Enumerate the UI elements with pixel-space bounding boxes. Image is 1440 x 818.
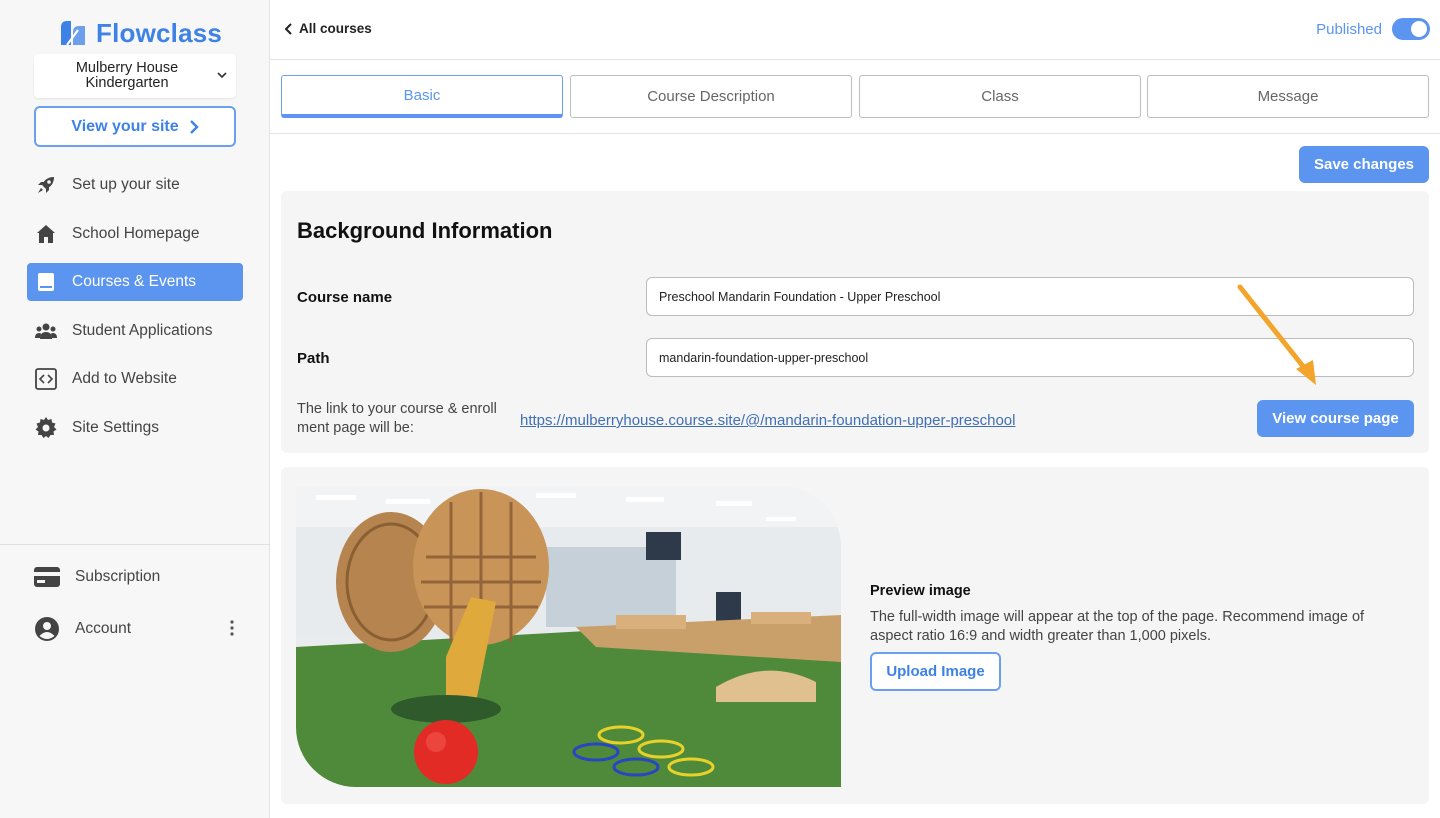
- sidebar-item-homepage[interactable]: School Homepage: [27, 215, 243, 253]
- sidebar-item-label: School Homepage: [72, 224, 200, 242]
- published-label: Published: [1316, 20, 1382, 38]
- gear-icon: [35, 416, 57, 439]
- sidebar-item-label: Student Applications: [72, 321, 213, 339]
- tab-course-description[interactable]: Course Description: [570, 75, 852, 118]
- preview-image-card: Preview image The full-width image will …: [281, 467, 1429, 804]
- preview-image-description: The full-width image will appear at the …: [870, 609, 1365, 644]
- sidebar-item-courses[interactable]: Courses & Events: [27, 263, 243, 302]
- topbar: All courses Published: [270, 0, 1440, 60]
- sidebar-item-setup[interactable]: Set up your site: [27, 166, 243, 204]
- preview-image-title: Preview image: [870, 583, 971, 599]
- sidebar-item-label: Courses & Events: [72, 273, 197, 291]
- sidebar-item-account[interactable]: Account: [34, 614, 244, 644]
- sidebar-item-label: Site Settings: [72, 418, 160, 436]
- upload-image-button[interactable]: Upload Image: [870, 652, 1001, 691]
- account-icon: [34, 617, 60, 641]
- sidebar-item-settings[interactable]: Site Settings: [27, 409, 243, 447]
- view-course-page-button[interactable]: View course page: [1257, 400, 1414, 437]
- section-title: Background Information: [297, 218, 553, 243]
- tab-basic[interactable]: Basic: [281, 75, 563, 118]
- book-icon: [35, 271, 57, 293]
- annotation-arrow-icon: [1237, 284, 1316, 385]
- sidebar-item-label: Subscription: [75, 568, 161, 585]
- view-site-button[interactable]: View your site: [34, 106, 236, 147]
- tab-message[interactable]: Message: [1147, 75, 1429, 118]
- flowclass-logo-icon: [61, 21, 85, 46]
- chevron-left-icon: [285, 22, 292, 35]
- background-information-card: Background Information Course name Presc…: [281, 191, 1429, 453]
- kebab-menu-icon[interactable]: [230, 620, 234, 636]
- save-changes-button[interactable]: Save changes: [1299, 146, 1429, 183]
- sidebar-item-add-to-website[interactable]: Add to Website: [27, 360, 243, 398]
- sidebar-divider: [0, 544, 270, 545]
- toggle-knob: [1411, 21, 1427, 37]
- published-control: Published: [1316, 18, 1430, 40]
- sidebar-item-label: Set up your site: [72, 176, 180, 193]
- sidebar-item-label: Add to Website: [72, 370, 177, 388]
- course-tabs: Basic Course Description Class Message: [270, 60, 1440, 134]
- path-label: Path: [297, 350, 330, 367]
- course-name-label: Course name: [297, 289, 393, 306]
- sidebar-item-subscription[interactable]: Subscription: [34, 562, 244, 592]
- users-icon: [35, 320, 57, 342]
- home-icon: [35, 223, 57, 245]
- credit-card-icon: [34, 565, 60, 589]
- sidebar-item-label: Account: [75, 620, 132, 637]
- sidebar-nav: Set up your site School Homepage Courses…: [27, 166, 243, 458]
- sidebar: Flowclass Mulberry House Kindergarten Vi…: [0, 0, 270, 818]
- chevron-right-icon: [189, 119, 199, 134]
- brand-name: Flowclass: [96, 17, 223, 48]
- course-page-link[interactable]: https://mulberryhouse.course.site/@/mand…: [520, 412, 1015, 429]
- main-content: Save changes Background Information Cour…: [270, 135, 1440, 818]
- site-selector[interactable]: Mulberry House Kindergarten: [34, 54, 236, 98]
- sidebar-item-applications[interactable]: Student Applications: [27, 312, 243, 350]
- back-label: All courses: [299, 21, 372, 36]
- back-to-courses-link[interactable]: All courses: [285, 21, 372, 36]
- brand-logo[interactable]: Flowclass: [58, 16, 222, 50]
- chevron-down-icon: [217, 72, 227, 79]
- tab-class[interactable]: Class: [859, 75, 1141, 118]
- rocket-icon: [35, 174, 57, 196]
- preview-image: [296, 487, 841, 787]
- code-icon: [35, 368, 57, 391]
- link-description: The link to your course & enroll ment pa…: [297, 401, 497, 436]
- published-toggle[interactable]: [1392, 18, 1430, 40]
- view-site-label: View your site: [71, 117, 179, 135]
- site-name: Mulberry House Kindergarten: [75, 60, 179, 91]
